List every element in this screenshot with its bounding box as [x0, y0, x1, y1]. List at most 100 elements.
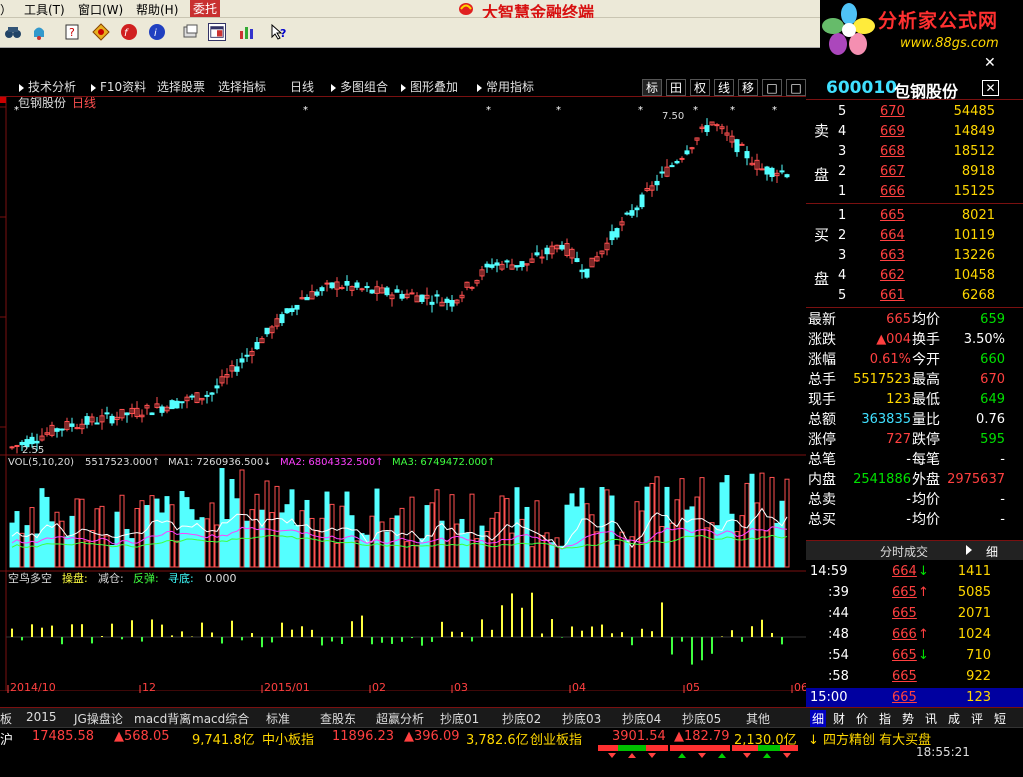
quote-mini-tab[interactable]: 财	[833, 710, 845, 727]
candle-body	[214, 385, 220, 389]
buy-order-row[interactable]: 2 664 10119	[806, 226, 1023, 246]
stat-label: 均价	[912, 492, 940, 508]
indicator-tab[interactable]: 查股东	[320, 710, 356, 727]
sell-order-row[interactable]: 3 668 18512	[806, 142, 1023, 162]
tab-right-move[interactable]: 移	[738, 79, 758, 96]
candle-body	[9, 446, 15, 449]
candle-body	[284, 308, 290, 314]
menu-item-help[interactable]: 帮助(H)	[136, 1, 178, 18]
context-help-icon[interactable]: ?	[270, 23, 288, 41]
candle-body	[354, 282, 360, 288]
sell-order-row[interactable]: 2 667 8918	[806, 162, 1023, 182]
tab-daily[interactable]: 日线	[290, 79, 314, 96]
bar-chart-icon[interactable]	[238, 23, 256, 41]
kline-chart[interactable]: * * * * * * * * 包钢股份 日线 2.55 7.50 VOL(5,10,20) …	[0, 97, 806, 693]
tab-right-grid[interactable]: 田	[666, 79, 686, 96]
volume-bar	[44, 496, 50, 568]
watermark-title: 分析家公式网	[878, 10, 999, 32]
quote-mini-tab[interactable]: 指	[879, 710, 891, 727]
tab-right-bid[interactable]: 标	[642, 79, 662, 96]
quote-mini-tab[interactable]: 评	[971, 710, 983, 727]
tab-common-indicator[interactable]: 常用指标	[477, 79, 534, 96]
tick-row[interactable]: :44 665 2071	[806, 604, 1023, 624]
quote-mini-tab[interactable]: 细	[810, 710, 827, 727]
indicator-tab[interactable]: JG操盘论	[74, 710, 123, 727]
binoculars-icon[interactable]	[4, 23, 22, 41]
tick-row[interactable]: :48 666 ↑ 1024	[806, 625, 1023, 645]
buy-order-row[interactable]: 5 661 6268	[806, 286, 1023, 306]
quote-mini-tab[interactable]: 短	[994, 710, 1006, 727]
indicator-tab[interactable]: 2015	[26, 710, 57, 724]
close-window-icon[interactable]: ✕	[984, 55, 1002, 71]
stat-value: 2975637	[947, 472, 1005, 487]
tab-select-stock[interactable]: 选择股票	[157, 79, 205, 96]
ticks-detail-button[interactable]: 细	[986, 543, 998, 560]
sell-order-row[interactable]: 5 670 54485	[806, 102, 1023, 122]
tick-row[interactable]: 14:59 664 ↓ 1411	[806, 562, 1023, 582]
sell-order-row[interactable]: 4 669 14849	[806, 122, 1023, 142]
help-doc-icon[interactable]: ?	[64, 23, 82, 41]
tab-right-box2[interactable]: □	[786, 79, 806, 96]
indicator-tab[interactable]: 超赢分析	[376, 710, 424, 727]
indicator-tab[interactable]: 抄底04	[622, 710, 661, 727]
menu-item-entrust[interactable]: 委托	[190, 0, 221, 17]
volume-bar	[774, 522, 780, 568]
indicator-tab[interactable]: 抄底03	[562, 710, 601, 727]
diamond-icon[interactable]	[92, 23, 110, 41]
tick-row[interactable]: :54 665 ↓ 710	[806, 646, 1023, 666]
indicator-tab[interactable]: 抄底01	[440, 710, 479, 727]
ticks-arrow-icon[interactable]	[966, 545, 972, 555]
tab-arrow-icon	[401, 84, 406, 92]
tick-row[interactable]: :39 665 ↑ 5085	[806, 583, 1023, 603]
stat-row: 最新 665 均价 659	[806, 310, 1023, 330]
tick-time: :58	[828, 669, 849, 684]
candle-body	[519, 261, 525, 268]
f10-icon[interactable]: f	[120, 23, 138, 41]
indicator-item-bottom: 寻底:	[168, 571, 194, 585]
candle-body	[669, 165, 675, 168]
tick-row[interactable]: 15:00 665 123	[806, 688, 1023, 708]
buy-order-row[interactable]: 1 665 8021	[806, 206, 1023, 226]
tab-multi-chart[interactable]: 多图组合	[331, 79, 388, 96]
indicator-tab[interactable]: 板	[0, 710, 12, 727]
sell-order-level: 5	[838, 104, 847, 119]
indicator-tab[interactable]: 其他	[746, 710, 770, 727]
indicator-tab[interactable]: macd背离	[134, 710, 191, 727]
tick-row[interactable]: :58 665 922	[806, 667, 1023, 687]
stat-value: 363835	[861, 412, 911, 427]
indicator-tab[interactable]: 标准	[266, 710, 290, 727]
tab-right-rights[interactable]: 权	[690, 79, 710, 96]
volume-bar	[359, 533, 365, 568]
volume-bar	[714, 525, 720, 568]
tab-right-box1[interactable]: □	[762, 79, 782, 96]
indicator-tab[interactable]: 抄底02	[502, 710, 541, 727]
menu-item-tools[interactable]: 工具(T)	[24, 1, 65, 18]
buy-order-row[interactable]: 4 662 10458	[806, 266, 1023, 286]
indicator-tab[interactable]: 抄底05	[682, 710, 721, 727]
indicator-tab[interactable]: macd综合	[192, 710, 249, 727]
tab-select-indicator[interactable]: 选择指标	[218, 79, 266, 96]
menu-item-cut[interactable]: ）	[0, 1, 18, 18]
candle-body	[624, 212, 630, 215]
copy-icon[interactable]	[182, 23, 200, 41]
sell-order-row[interactable]: 1 666 15125	[806, 182, 1023, 202]
quote-mini-tab[interactable]: 势	[902, 710, 914, 727]
info-icon[interactable]: i	[148, 23, 166, 41]
sell-order-level: 4	[838, 124, 847, 139]
stat-label: 涨停	[808, 432, 836, 448]
tab-right-line[interactable]: 线	[714, 79, 734, 96]
stat-value: 2541886	[853, 472, 911, 487]
quote-mini-tab[interactable]: 价	[856, 710, 868, 727]
buy-order-row[interactable]: 3 663 13226	[806, 246, 1023, 266]
quote-mini-tab[interactable]: 讯	[925, 710, 937, 727]
window-layout-icon[interactable]	[208, 23, 226, 41]
quote-mini-tab[interactable]: 成	[948, 710, 960, 727]
close-panel-icon[interactable]: ✕	[982, 80, 999, 96]
alarm-icon[interactable]	[30, 23, 48, 41]
tab-f10[interactable]: F10资料	[91, 79, 146, 96]
gem-index: 3901.54	[612, 729, 666, 744]
menu-item-window[interactable]: 窗口(W)	[78, 1, 123, 18]
tab-tech-analysis[interactable]: 技术分析	[19, 79, 76, 96]
volume-bar	[279, 512, 285, 568]
tab-overlay[interactable]: 图形叠加	[401, 79, 458, 96]
